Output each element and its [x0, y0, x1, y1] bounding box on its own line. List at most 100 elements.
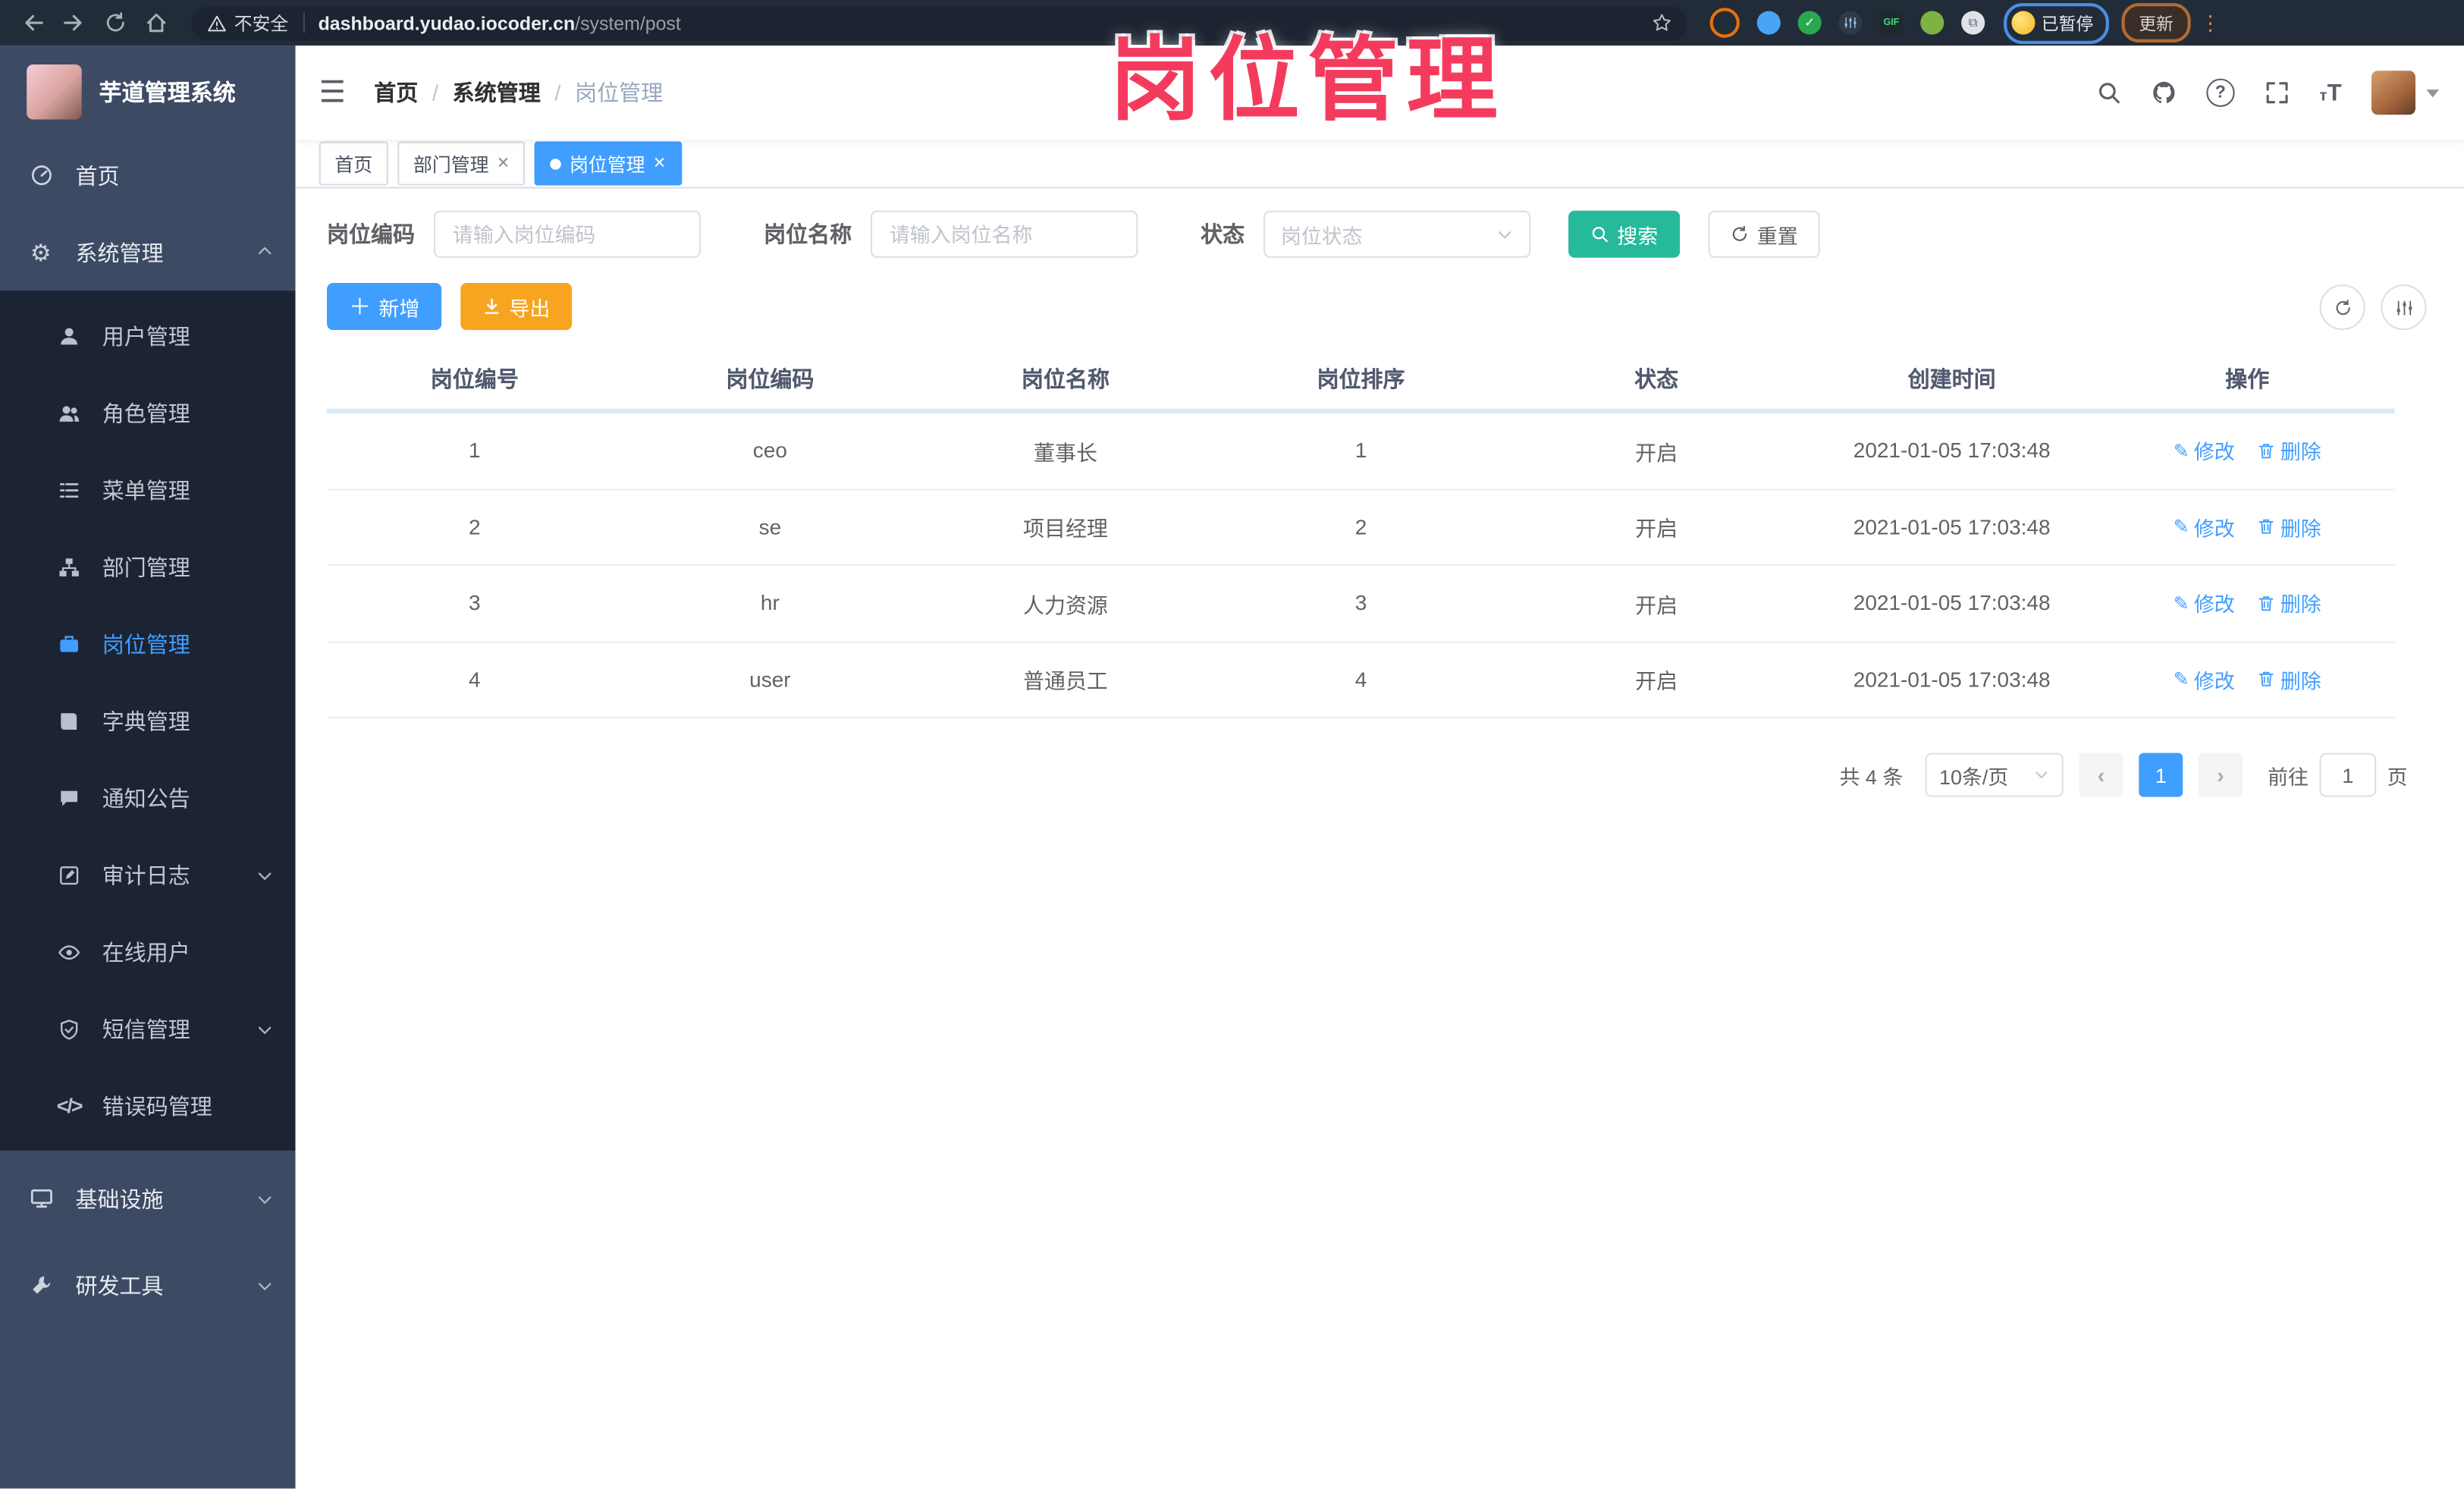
page-number-active[interactable]: 1 [2139, 752, 2183, 797]
delete-link[interactable]: 删除 [2257, 436, 2321, 466]
edit-link[interactable]: ✎ 修改 [2174, 512, 2235, 542]
search-button[interactable]: 搜索 [1568, 210, 1681, 258]
add-button[interactable]: ＋ 新增 [327, 282, 442, 331]
refresh-table-button[interactable] [2319, 284, 2365, 331]
sidebar-item-roles[interactable]: 角色管理 [0, 374, 296, 451]
page-size-select[interactable]: 10条/页 [1925, 752, 2064, 797]
sidebar-item-departments[interactable]: 部门管理 [0, 528, 296, 605]
status-select-placeholder: 岗位状态 [1280, 224, 1363, 248]
app-logo-row[interactable]: 芋道管理系统 [0, 46, 296, 137]
reset-button[interactable]: 重置 [1708, 210, 1820, 258]
sidebar-item-audit-log[interactable]: 审计日志 [0, 836, 296, 913]
caret-down-icon [2426, 89, 2440, 97]
extension-sliders-icon[interactable] [1838, 11, 1863, 35]
browser-home-button[interactable] [135, 2, 176, 43]
sidebar-item-online-users[interactable]: 在线用户 [0, 913, 296, 991]
online-icon [57, 939, 82, 964]
cell-id: 2 [469, 515, 481, 539]
tab-posts[interactable]: 岗位管理 ✕ [535, 141, 682, 186]
extension-green-icon[interactable] [1920, 11, 1945, 35]
log-icon [57, 862, 82, 887]
help-icon[interactable]: ? [2206, 78, 2235, 107]
post-name-input[interactable] [870, 210, 1138, 258]
dashboard-icon [28, 162, 53, 187]
sidebar-item-sms[interactable]: 短信管理 [0, 990, 296, 1067]
close-icon[interactable]: ✕ [497, 155, 510, 172]
browser-forward-button[interactable] [53, 2, 94, 43]
sidebar-collapse-icon[interactable]: ☰ [319, 78, 346, 108]
font-size-icon[interactable]: тT [2319, 81, 2341, 105]
table-header-row: 岗位编号 岗位编码 岗位名称 岗位排序 状态 创建时间 操作 [327, 349, 2395, 409]
github-icon[interactable] [2152, 79, 2177, 107]
sidebar-item-menus[interactable]: 菜单管理 [0, 451, 296, 529]
address-bar[interactable]: 不安全 dashboard.yudao.iocoder.cn/system/po… [191, 5, 1688, 40]
refresh-icon [2333, 298, 2352, 317]
status-select[interactable]: 岗位状态 [1263, 210, 1531, 258]
security-chip[interactable]: 不安全 [208, 10, 288, 35]
chevron-down-icon [1496, 225, 1514, 243]
col-header: 创建时间 [1907, 366, 1996, 391]
cell-id: 1 [469, 438, 481, 463]
extension-pin-icon[interactable] [1756, 11, 1781, 35]
delete-link[interactable]: 删除 [2257, 664, 2321, 694]
notice-icon [57, 785, 82, 810]
sidebar-item-error-codes[interactable]: </> 错误码管理 [0, 1067, 296, 1145]
browser-update-button[interactable]: 更新 [2121, 3, 2191, 42]
edit-link[interactable]: ✎ 修改 [2174, 436, 2235, 466]
browser-profile-chip[interactable]: 已暂停 [2004, 2, 2109, 43]
chevron-down-icon [256, 1272, 274, 1297]
breadcrumb-home[interactable]: 首页 [374, 77, 418, 108]
sidebar-item-notice[interactable]: 通知公告 [0, 759, 296, 837]
col-header: 岗位排序 [1317, 366, 1405, 391]
pagination: 共 4 条 10条/页 ‹ 1 › 前往 页 [327, 752, 2408, 797]
post-code-input[interactable] [433, 210, 702, 258]
breadcrumb-system[interactable]: 系统管理 [453, 77, 541, 108]
sidebar-item-dict[interactable]: 字典管理 [0, 682, 296, 759]
sidebar-item-label: 基础设施 [75, 1186, 164, 1211]
wrench-icon [28, 1272, 53, 1297]
extensions-puzzle-icon[interactable]: ⧉ [1961, 11, 1985, 35]
bookmark-star-icon[interactable] [1652, 8, 1672, 36]
sidebar-item-users[interactable]: 用户管理 [0, 297, 296, 375]
sidebar-item-home[interactable]: 首页 [0, 137, 296, 214]
app-title: 芋道管理系统 [99, 80, 236, 106]
col-header: 岗位名称 [1021, 366, 1110, 391]
cell-name: 普通员工 [1023, 670, 1108, 694]
sidebar-item-system[interactable]: ⚙ 系统管理 [0, 214, 296, 291]
extension-gif-icon[interactable]: GIF [1879, 11, 1904, 35]
delete-link[interactable]: 删除 [2257, 512, 2321, 542]
export-button[interactable]: 导出 [460, 282, 573, 331]
sidebar-submenu-system: 用户管理 角色管理 菜单管理 部门管理 岗位管理 字典管理 通知公告 审计日志 … [0, 291, 296, 1151]
sidebar-item-infrastructure[interactable]: 基础设施 [0, 1160, 296, 1237]
col-header: 岗位编号 [430, 366, 519, 391]
edit-icon: ✎ [2173, 439, 2189, 462]
search-icon[interactable] [2096, 79, 2121, 107]
trash-icon [2257, 441, 2276, 460]
tab-departments[interactable]: 部门管理 ✕ [397, 141, 526, 186]
chevron-down-icon [256, 862, 274, 887]
cell-status: 开启 [1635, 593, 1678, 617]
next-page-button[interactable]: › [2198, 752, 2243, 797]
user-menu[interactable] [2371, 71, 2440, 115]
extension-orange-icon[interactable] [1709, 8, 1740, 38]
edit-link[interactable]: ✎ 修改 [2174, 589, 2235, 618]
browser-menu-icon[interactable]: ⋮ [2200, 13, 2221, 33]
tab-home[interactable]: 首页 [319, 141, 388, 186]
goto-page-input[interactable] [2319, 752, 2377, 797]
close-icon[interactable]: ✕ [653, 155, 666, 172]
sidebar-item-label: 短信管理 [102, 1016, 190, 1041]
sidebar-item-label: 首页 [75, 162, 120, 188]
cell-created: 2021-01-05 17:03:48 [1853, 591, 2051, 615]
edit-link[interactable]: ✎ 修改 [2174, 664, 2235, 694]
extension-check-icon[interactable]: ✓ [1797, 11, 1822, 35]
browser-back-button[interactable] [13, 2, 54, 43]
prev-page-button[interactable]: ‹ [2079, 752, 2123, 797]
browser-reload-button[interactable] [94, 2, 135, 43]
sidebar-item-dev-tools[interactable]: 研发工具 [0, 1246, 296, 1324]
column-settings-button[interactable] [2381, 284, 2427, 331]
delete-link[interactable]: 删除 [2257, 589, 2321, 618]
sidebar-item-label: 用户管理 [102, 322, 190, 348]
sidebar-item-posts[interactable]: 岗位管理 [0, 605, 296, 683]
fullscreen-icon[interactable] [2265, 79, 2290, 107]
url-host: dashboard.yudao.iocoder.cn [318, 11, 576, 34]
